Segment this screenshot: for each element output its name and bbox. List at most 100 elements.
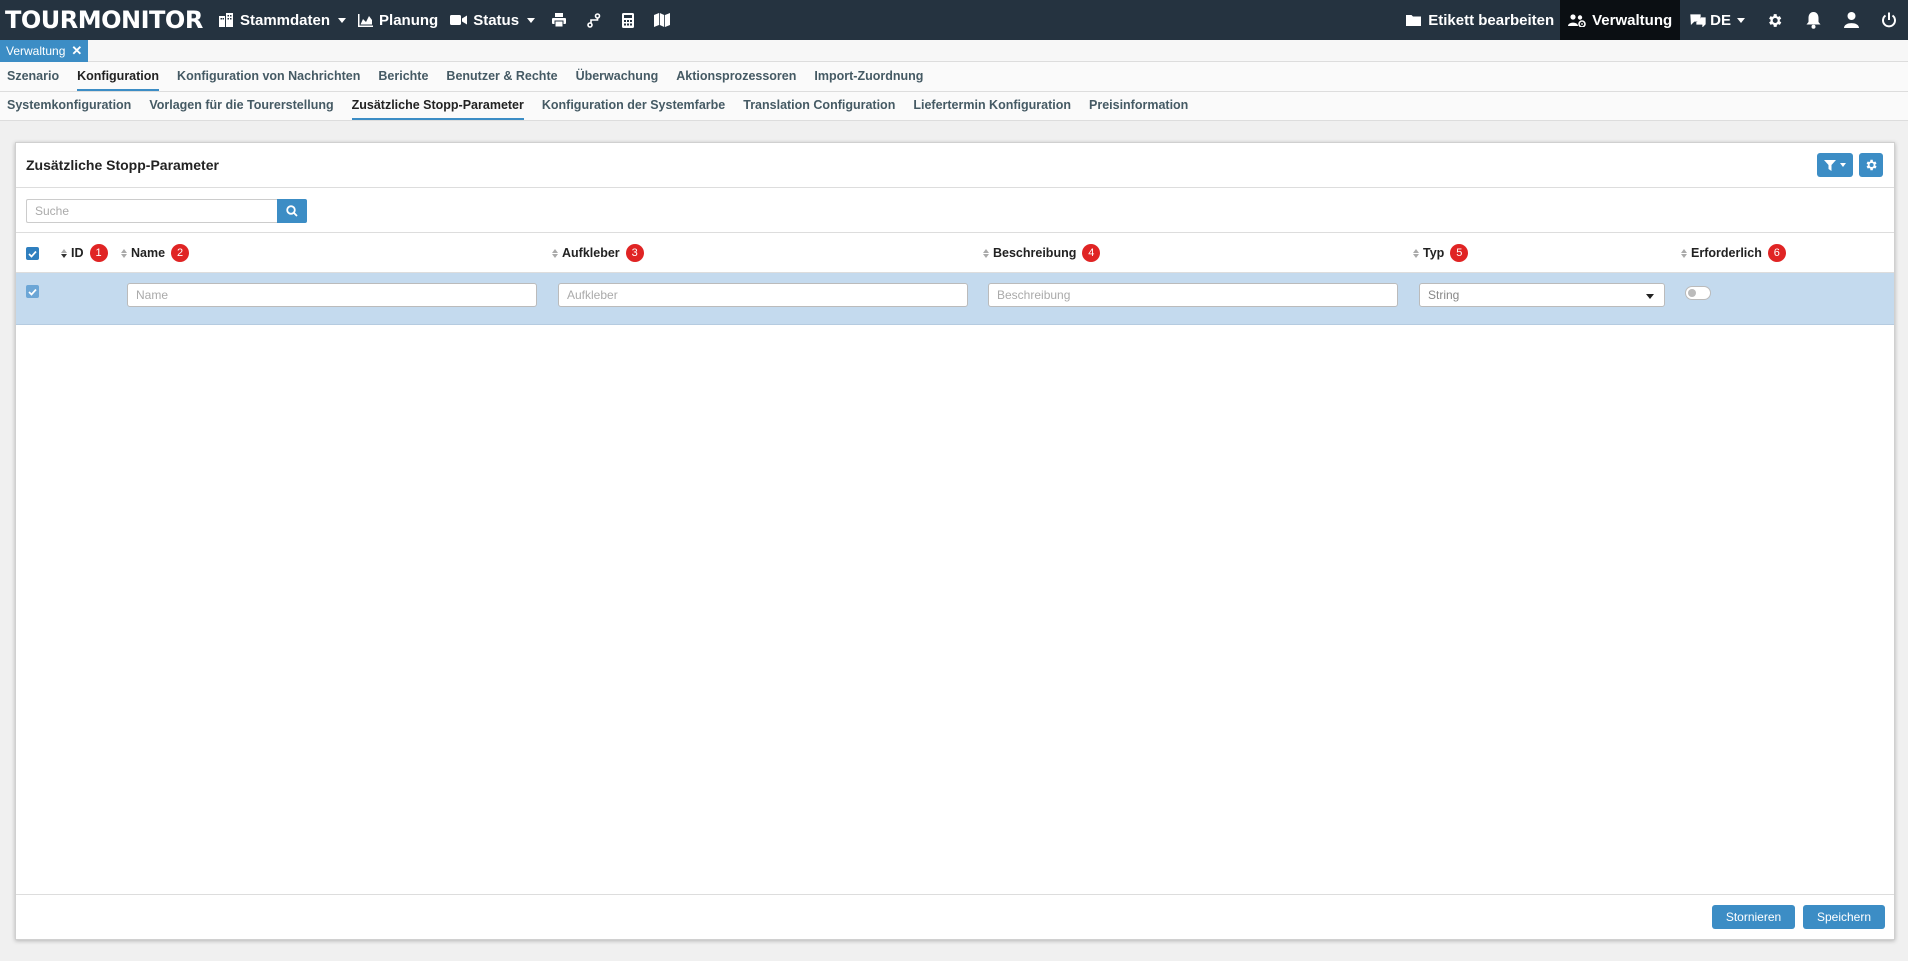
table-settings-button[interactable] <box>1859 153 1883 177</box>
video-icon <box>450 15 468 25</box>
submenu-liefertermin-konfiguration[interactable]: Liefertermin Konfiguration <box>913 92 1071 120</box>
close-icon[interactable]: ✕ <box>71 43 82 59</box>
submenu-vorlagen-tourerstellung[interactable]: Vorlagen für die Tourerstellung <box>149 92 333 120</box>
submenu-translation-configuration[interactable]: Translation Configuration <box>743 92 895 120</box>
check-icon <box>28 250 37 258</box>
calculator-icon <box>622 12 635 28</box>
chevron-down-icon <box>1840 163 1846 167</box>
column-badge: 6 <box>1767 244 1786 262</box>
column-header-name[interactable]: Name 2 <box>121 233 190 273</box>
open-tabs-bar: Verwaltung ✕ <box>0 40 1908 62</box>
print-button[interactable] <box>541 0 577 40</box>
panel-header: Zusätzliche Stopp-Parameter <box>16 143 1894 188</box>
nav-stammdaten[interactable]: Stammdaten <box>212 0 352 40</box>
filter-button[interactable] <box>1817 153 1853 177</box>
name-input[interactable] <box>127 283 537 307</box>
verwaltung-button[interactable]: Verwaltung <box>1560 0 1681 40</box>
open-tab-verwaltung[interactable]: Verwaltung ✕ <box>0 40 89 62</box>
open-tab-label: Verwaltung <box>6 44 66 58</box>
column-label: Typ <box>1423 246 1445 260</box>
settings-button[interactable] <box>1755 0 1794 40</box>
user-icon <box>1843 12 1859 28</box>
sort-icon <box>1413 248 1419 258</box>
map-button[interactable] <box>645 0 679 40</box>
bell-icon <box>1806 11 1820 29</box>
sort-icon <box>983 248 989 258</box>
gear-icon <box>1866 159 1877 171</box>
typ-select-value: String <box>1428 288 1460 302</box>
top-navbar: TOURMONITOR Stammdaten Planung Status Et… <box>0 0 1908 40</box>
menu-konfiguration[interactable]: Konfiguration <box>77 62 160 91</box>
notifications-button[interactable] <box>1794 0 1832 40</box>
sort-icon <box>1681 248 1687 258</box>
chevron-down-icon <box>338 17 347 23</box>
submenu-preisinformation[interactable]: Preisinformation <box>1089 92 1188 120</box>
search-input[interactable] <box>26 199 278 223</box>
save-button[interactable]: Speichern <box>1803 905 1885 929</box>
sort-icon <box>121 248 127 258</box>
page-title: Zusätzliche Stopp-Parameter <box>26 157 219 173</box>
column-header-aufkleber[interactable]: Aufkleber 3 <box>552 233 644 273</box>
typ-select[interactable]: String <box>1419 283 1665 307</box>
route-button[interactable] <box>577 0 611 40</box>
filter-icon <box>1824 159 1836 171</box>
column-header-erforderlich[interactable]: Erforderlich 6 <box>1681 233 1786 273</box>
column-badge: 4 <box>1082 244 1101 262</box>
menu-konfiguration-nachrichten[interactable]: Konfiguration von Nachrichten <box>177 62 360 91</box>
column-badge: 3 <box>625 244 644 262</box>
sort-icon <box>61 248 67 258</box>
beschreibung-input[interactable] <box>988 283 1398 307</box>
column-header-beschreibung[interactable]: Beschreibung 4 <box>983 233 1101 273</box>
stopp-parameter-panel: Zusätzliche Stopp-Parameter ID 1 Name 2 <box>15 142 1895 940</box>
cancel-button[interactable]: Stornieren <box>1712 905 1795 929</box>
search-icon <box>286 205 298 217</box>
nav-stammdaten-label: Stammdaten <box>240 11 331 29</box>
menu-aktionsprozessoren[interactable]: Aktionsprozessoren <box>676 62 796 91</box>
search-button[interactable] <box>277 199 307 223</box>
main-nav: Stammdaten Planung Status <box>212 0 679 40</box>
check-icon <box>28 288 37 296</box>
menu-import-zuordnung[interactable]: Import-Zuordnung <box>814 62 923 91</box>
app-logo[interactable]: TOURMONITOR <box>0 6 212 34</box>
route-icon <box>587 12 601 28</box>
user-profile-button[interactable] <box>1832 0 1870 40</box>
users-cog-icon <box>1568 13 1586 27</box>
column-label: Erforderlich <box>1691 246 1762 260</box>
column-badge: 5 <box>1450 244 1469 262</box>
column-label: Aufkleber <box>562 246 620 260</box>
row-checkbox[interactable] <box>26 285 39 298</box>
panel-footer: Stornieren Speichern <box>16 894 1894 939</box>
calculator-button[interactable] <box>611 0 645 40</box>
chevron-down-icon <box>1737 17 1745 23</box>
logout-button[interactable] <box>1870 0 1908 40</box>
nav-planung-label: Planung <box>379 11 439 29</box>
verwaltung-label: Verwaltung <box>1592 11 1673 29</box>
menu-szenario[interactable]: Szenario <box>7 62 59 91</box>
select-all-checkbox[interactable] <box>26 247 39 260</box>
language-label: DE <box>1710 11 1731 29</box>
etikett-bearbeiten-button[interactable]: Etikett bearbeiten <box>1400 0 1560 40</box>
column-header-typ[interactable]: Typ 5 <box>1413 233 1469 273</box>
aufkleber-input[interactable] <box>558 283 968 307</box>
caret-down-icon <box>1646 294 1654 299</box>
power-icon <box>1882 12 1896 28</box>
nav-planung[interactable]: Planung <box>352 0 444 40</box>
column-badge: 2 <box>171 244 190 262</box>
menu-berichte[interactable]: Berichte <box>378 62 428 91</box>
building-icon <box>219 13 233 27</box>
nav-status[interactable]: Status <box>444 0 541 40</box>
column-label: Beschreibung <box>993 246 1077 260</box>
erforderlich-toggle[interactable] <box>1685 286 1711 300</box>
gear-icon <box>1769 13 1782 27</box>
menu-benutzer-rechte[interactable]: Benutzer & Rechte <box>446 62 557 91</box>
menu-ueberwachung[interactable]: Überwachung <box>576 62 659 91</box>
chart-area-icon <box>358 13 374 27</box>
submenu-systemkonfiguration[interactable]: Systemkonfiguration <box>7 92 131 120</box>
language-selector[interactable]: DE <box>1680 0 1755 40</box>
map-icon <box>654 13 671 27</box>
nav-right: Etikett bearbeiten Verwaltung DE <box>1400 0 1908 40</box>
submenu-systemfarbe[interactable]: Konfiguration der Systemfarbe <box>542 92 725 120</box>
sort-icon <box>552 248 558 258</box>
column-header-id[interactable]: ID 1 <box>61 233 108 273</box>
submenu-zusaetzliche-stopp-parameter[interactable]: Zusätzliche Stopp-Parameter <box>351 92 524 120</box>
